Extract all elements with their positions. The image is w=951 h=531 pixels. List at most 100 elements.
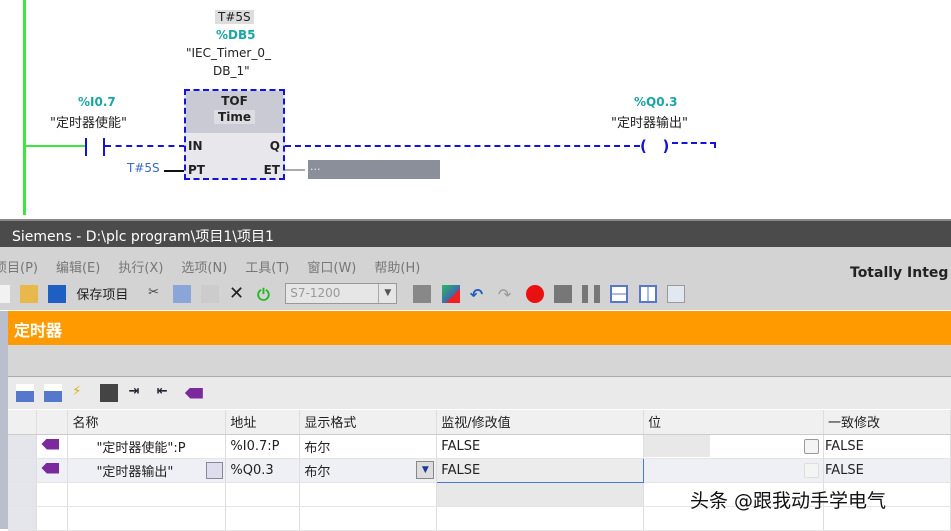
panel-subheader (8, 345, 951, 377)
paste-icon[interactable] (200, 284, 219, 303)
cut-icon[interactable]: ✂ (145, 285, 163, 303)
menu-tools[interactable]: 工具(T) (245, 261, 289, 276)
row-address[interactable]: %Q0.3 (225, 458, 301, 483)
row-address[interactable]: %I0.7:P (225, 434, 301, 459)
tof-timer-block[interactable]: TOF Time IN Q PT ET (184, 89, 285, 180)
pt-value[interactable]: T#5S (127, 161, 160, 175)
menu-toolbar-area: 项目(P) 编辑(E) 执行(X) 选项(N) 工具(T) 窗口(W) 帮助(H) Tota… (0, 247, 951, 310)
properties-icon[interactable] (666, 284, 685, 303)
pause-icon[interactable] (582, 284, 601, 303)
split-vertical-icon[interactable] (638, 284, 657, 303)
save-icon[interactable] (48, 284, 67, 303)
coil-name[interactable]: "定时器输出" (611, 112, 688, 131)
menu-execute[interactable]: 执行(X) (118, 261, 163, 276)
redo-icon[interactable]: ↷ (498, 285, 516, 304)
format-dropdown-icon[interactable]: ▼ (416, 460, 435, 479)
row-name[interactable]: "定时器使能":P (67, 434, 227, 459)
record-icon[interactable] (525, 284, 544, 303)
export-icon[interactable]: ⇥ (129, 384, 147, 402)
cpu-select[interactable]: S7-1200 ▼ (285, 283, 398, 304)
force-icon[interactable] (100, 384, 119, 402)
row-consistent: FALSE (825, 462, 864, 478)
header-bit[interactable]: 位 (643, 410, 824, 435)
power-rail (23, 0, 26, 215)
row-bit[interactable] (643, 434, 824, 459)
row-bit[interactable] (643, 458, 824, 483)
import-icon[interactable]: ⇤ (157, 384, 175, 402)
go-offline-icon[interactable] (441, 284, 460, 303)
power-icon[interactable]: ⏻ (257, 285, 275, 304)
watermark: 头条 @跟我动手学电气 (690, 490, 887, 512)
pin-et: ET (263, 163, 280, 177)
menu-bar: 项目(P) 编辑(E) 执行(X) 选项(N) 工具(T) 窗口(W) 帮助(H) (0, 257, 438, 276)
pin-q: Q (269, 139, 280, 153)
main-toolbar: 保存项目 ✂ ✕ ⏻ S7-1200 ▼ ↶ ↷ (0, 283, 691, 304)
window-title: Siemens - D:\plc program\项目1\项目1 (0, 219, 951, 247)
menu-help[interactable]: 帮助(H) (374, 261, 420, 276)
block-subtype[interactable]: Time (214, 110, 255, 124)
wire-contact-to-block (105, 145, 185, 147)
menu-window[interactable]: 窗口(W) (307, 261, 356, 276)
add-row-icon[interactable] (44, 384, 63, 402)
header-format[interactable]: 显示格式 (299, 410, 438, 435)
row-value: FALSE (441, 462, 481, 478)
db-name-2[interactable]: DB_1" (213, 64, 250, 78)
menu-edit[interactable]: 编辑(E) (56, 261, 100, 276)
row-consistent: FALSE (825, 438, 864, 454)
block-type: TOF (221, 94, 248, 108)
header-name[interactable]: 名称 (67, 410, 227, 435)
et-wire (285, 169, 305, 171)
contact-name[interactable]: "定时器使能" (50, 112, 127, 131)
table-header: 名称 地址 显示格式 监视/修改值 位 一致修改 (8, 410, 951, 435)
db-name-1[interactable]: "IEC_Timer_0_ (186, 46, 271, 60)
row-format[interactable]: 布尔 (304, 465, 330, 480)
select-tag-icon[interactable] (206, 461, 224, 479)
wire-block-to-coil (285, 145, 640, 147)
row-value-input[interactable]: FALSE (436, 457, 645, 483)
tag-icon (41, 438, 60, 450)
consistent-checkbox[interactable] (804, 462, 819, 478)
consistent-checkbox[interactable] (804, 438, 819, 454)
row-value[interactable]: FALSE (436, 434, 645, 459)
timer-preset-top: T#5S (215, 10, 254, 24)
output-coil[interactable]: ( ) (640, 137, 672, 155)
pin-pt: PT (188, 163, 205, 177)
header-consistent-modify[interactable]: 一致修改 (823, 410, 951, 435)
normally-open-contact[interactable] (85, 138, 105, 156)
panel-title: 定时器 (8, 311, 951, 345)
energized-wire (25, 145, 85, 147)
table-row[interactable]: "定时器使能":P %I0.7:P 布尔 FALSE FALSE (8, 434, 951, 459)
brand-text: Totally Integ (850, 265, 949, 281)
db-address: %DB5 (216, 28, 256, 42)
contact-address: %I0.7 (78, 95, 116, 109)
chevron-down-icon: ▼ (378, 284, 396, 303)
tag-icon[interactable] (184, 387, 203, 399)
save-project-button[interactable]: 保存项目 (76, 288, 128, 303)
modify-now-icon[interactable]: ⚡ (72, 384, 90, 402)
delete-icon[interactable]: ✕ (229, 284, 247, 303)
go-online-icon[interactable] (413, 284, 432, 303)
menu-project[interactable]: 项目(P) (0, 261, 38, 276)
undo-icon[interactable]: ↶ (470, 285, 488, 304)
coil-address: %Q0.3 (634, 95, 678, 109)
et-value: ... (310, 160, 321, 173)
copy-icon[interactable] (172, 284, 191, 303)
cpu-select-value: S7-1200 (290, 286, 341, 300)
stop-icon[interactable] (554, 284, 573, 303)
insert-row-icon[interactable] (16, 384, 34, 402)
row-format[interactable]: 布尔 (299, 434, 438, 459)
row-name[interactable]: "定时器输出" (96, 465, 173, 480)
watch-toolbar: ⚡ ⇥ ⇤ (8, 377, 951, 409)
pin-in: IN (188, 139, 203, 153)
header-monitor-value[interactable]: 监视/修改值 (436, 410, 645, 435)
new-project-icon[interactable] (0, 284, 10, 303)
et-value-field[interactable]: ... (308, 160, 440, 179)
wire-coil-end (672, 142, 716, 148)
open-project-icon[interactable] (20, 284, 39, 303)
table-row[interactable]: "定时器输出" %Q0.3 布尔 ▼ FALSE FALSE (8, 457, 951, 483)
header-address[interactable]: 地址 (225, 410, 301, 435)
menu-options[interactable]: 选项(N) (181, 261, 227, 276)
split-horizontal-icon[interactable] (610, 284, 629, 303)
tag-icon (41, 462, 60, 474)
left-edge-panel (0, 311, 8, 529)
